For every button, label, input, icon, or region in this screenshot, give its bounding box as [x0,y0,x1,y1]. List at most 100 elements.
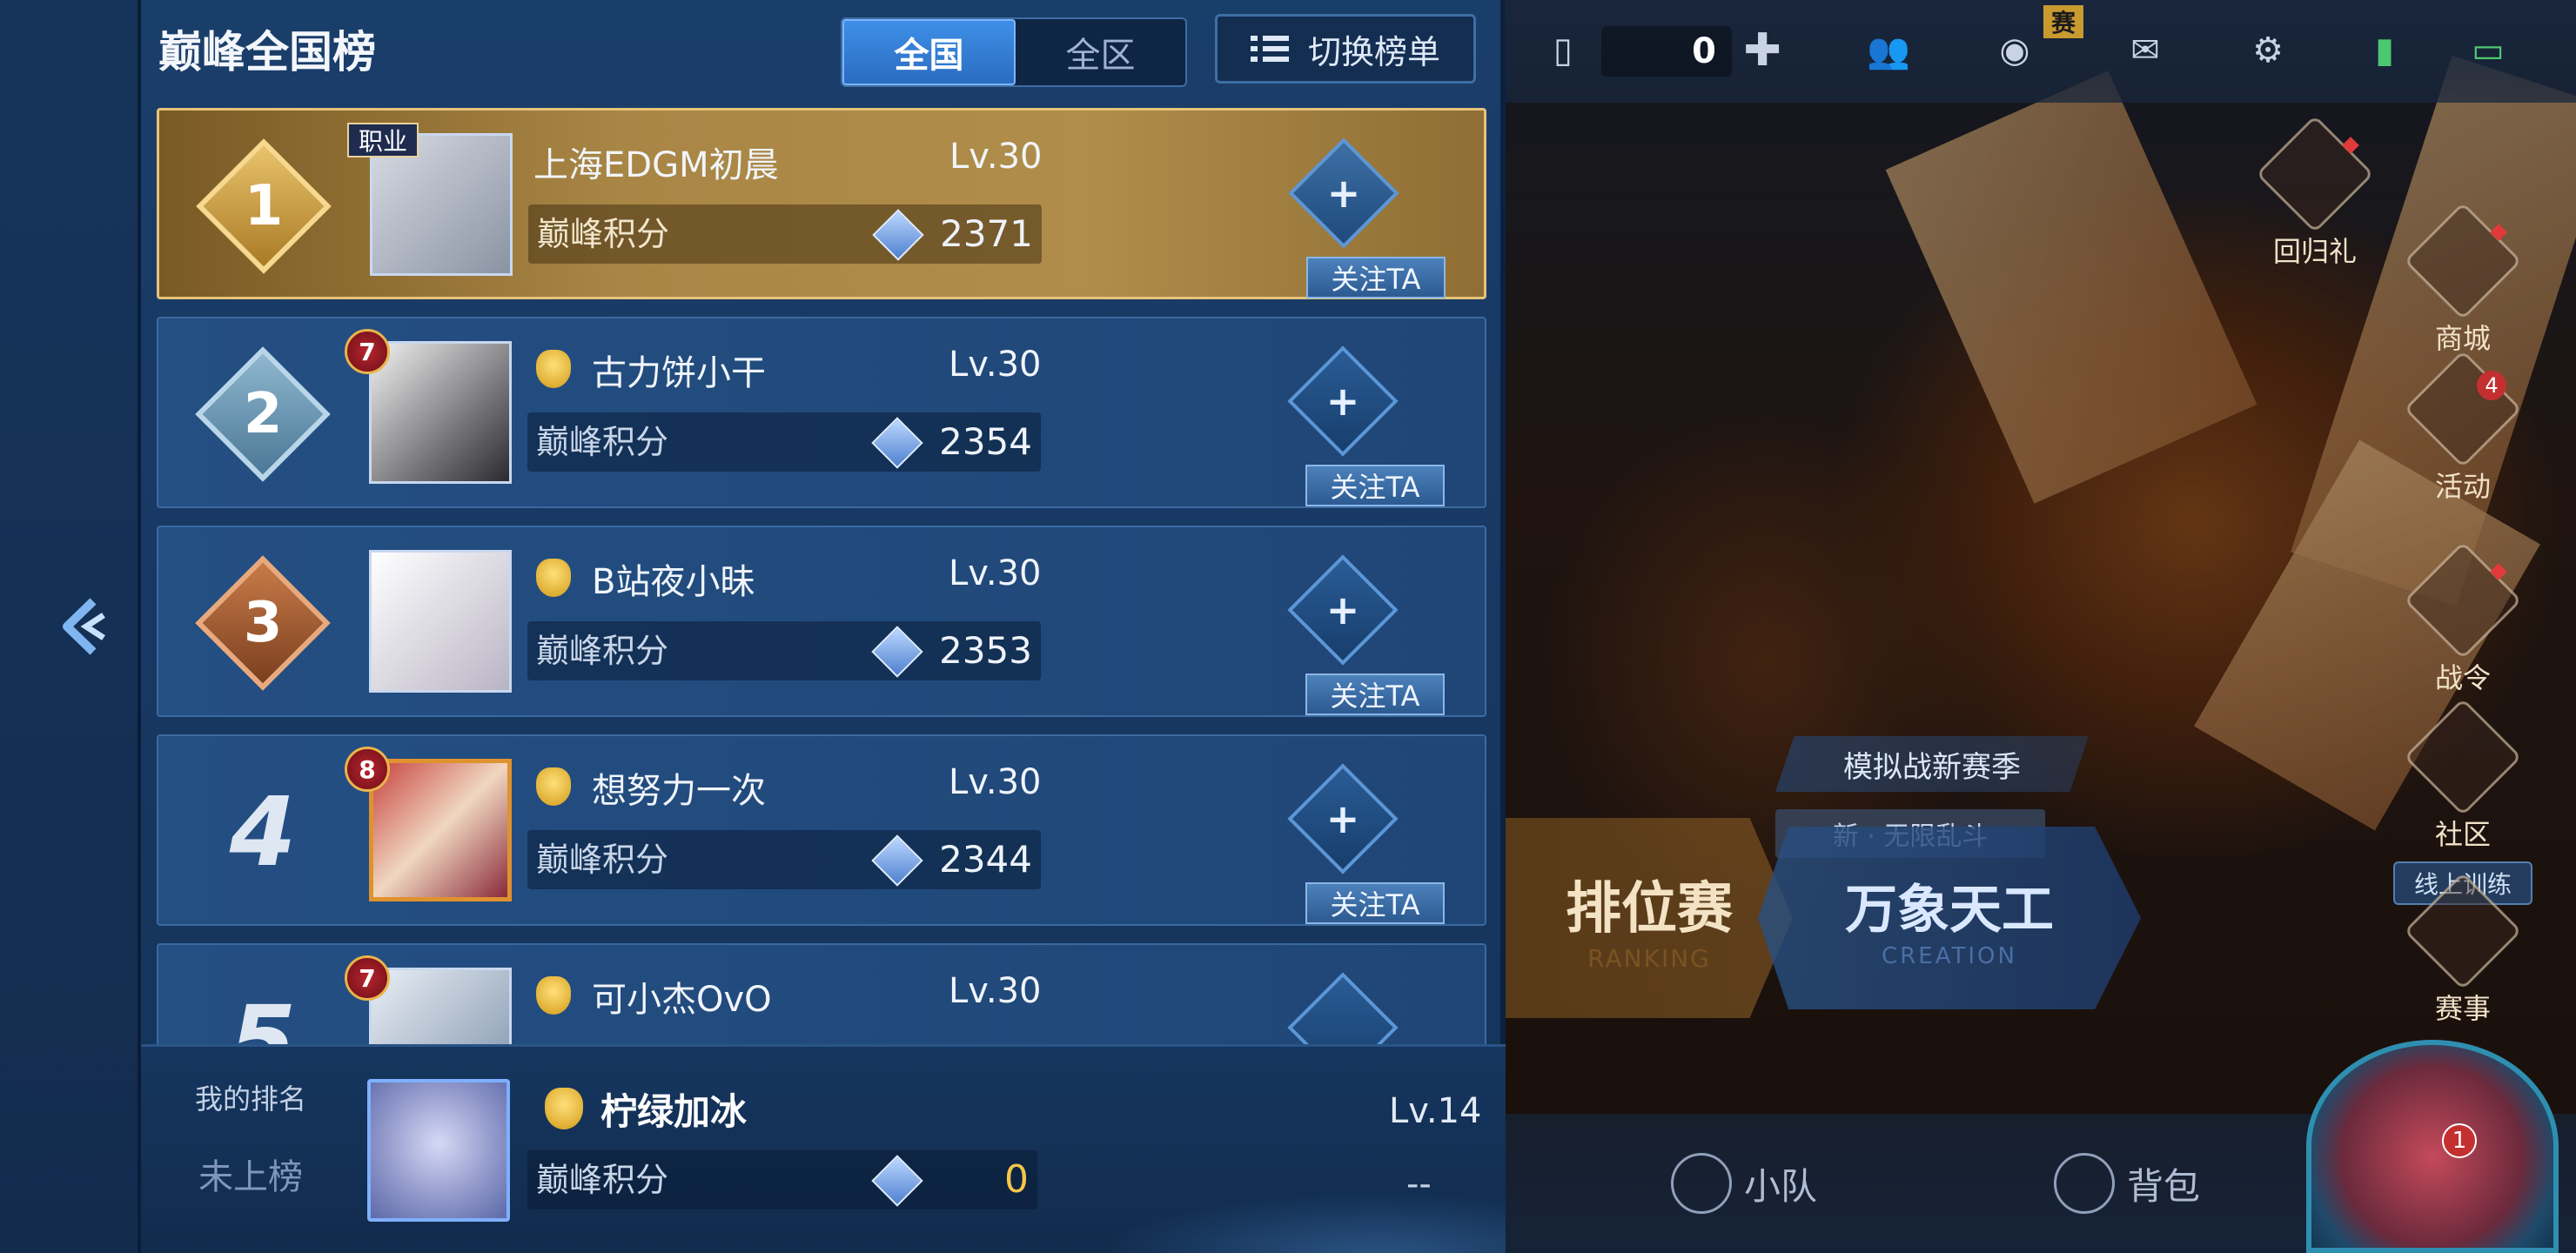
player-name: 想努力一次 [592,771,766,811]
rank-row[interactable]: 4 8 想努力一次 Lv.30 巅峰积分 2344 + 关注TA [157,734,1486,926]
peak-score-icon [871,626,923,678]
score-value: 2371 [940,212,1033,255]
card-icon[interactable]: ▯ [1537,19,1589,82]
score-box: 巅峰积分 2344 [527,830,1041,889]
switch-leaderboard-button[interactable]: 切换榜单 [1215,14,1476,84]
switch-leaderboard-label: 切换榜单 [1307,32,1440,71]
friends-icon[interactable]: 👥 [1854,19,1923,82]
rank-row[interactable]: 2 7 古力饼小干 Lv.30 巅峰积分 2354 + 关注TA [157,317,1486,508]
creation-mode-title: 万象天工 [1845,879,2054,941]
battery-icon: ▭ [2472,30,2505,70]
level-badge: 7 [345,955,390,1001]
level-badge: 8 [345,747,390,792]
wave-decoration [1081,1151,1506,1253]
avatar[interactable] [369,759,512,901]
side-button-events[interactable]: 活动 4 [2402,350,2524,505]
player-level: Lv.30 [949,137,1043,177]
rank-number-plain: 4 [193,762,332,901]
side-button-label: 战令 [2434,661,2491,694]
scope-tabs: 全国 全区 [841,17,1187,87]
score-value: 2353 [939,629,1032,672]
shop-icon [2404,202,2522,320]
tab-national[interactable]: 全国 [842,19,1016,85]
avatar-badge: 1 [2442,1123,2477,1158]
add-currency-icon[interactable]: ✚ [1732,19,1793,82]
player-name: 可小杰OvO [592,980,772,1020]
player-avatar-portal[interactable]: 1 [2306,1040,2559,1253]
crown-icon [536,350,571,388]
back-button[interactable] [52,592,113,661]
score-label: 巅峰积分 [536,841,669,879]
follow-button[interactable]: 关注TA [1305,882,1445,924]
battle-pass-icon [2404,541,2522,660]
my-score-value: 0 [1004,1157,1029,1202]
follow-button[interactable]: 关注TA [1306,257,1446,298]
team-button[interactable]: 小队 [1671,1149,1817,1218]
rank-row[interactable]: 1 职业 上海EDGM初晨 Lv.30 巅峰积分 2371 + 关注TA [157,108,1486,299]
side-button-shop[interactable]: 商城 [2402,202,2524,357]
gift-icon [2256,115,2374,233]
side-button-community[interactable]: 社区 [2402,698,2524,853]
events-badge: 4 [2477,371,2506,400]
creation-mode-subtitle: CREATION [1882,942,2017,969]
add-friend-icon[interactable]: + [1317,166,1371,220]
backpack-button[interactable]: 背包 [2054,1149,2200,1218]
rank-number: 4 [229,776,297,888]
follow-button[interactable]: 关注TA [1305,673,1445,715]
peak-score-icon [871,1155,923,1207]
avatar[interactable] [369,550,512,693]
rank-number: 3 [243,591,283,655]
team-label: 小队 [1744,1164,1818,1208]
crown-icon [536,767,571,806]
rank-row[interactable]: 5 7 可小杰OvO Lv.30 [157,943,1486,1044]
player-level: Lv.30 [949,971,1042,1011]
my-rank-value: -- [1406,1164,1432,1204]
events-icon [2404,350,2522,468]
ranking-mode-subtitle: RANKING [1587,943,1711,973]
tab-region[interactable]: 全区 [1016,19,1185,85]
event-badge: 赛 [2043,5,2083,38]
side-button-label: 赛事 [2434,992,2491,1025]
creation-mode-button[interactable]: 万象天工 CREATION [1758,827,2141,1009]
rank-list[interactable]: 1 职业 上海EDGM初晨 Lv.30 巅峰积分 2371 + 关注TA 2 7… [157,108,1486,1044]
rank-number-plain: 5 [193,971,332,1044]
rank-medal-gold: 1 [194,137,333,276]
trophy-icon [2404,872,2522,990]
side-button-battle-pass[interactable]: 战令 [2402,541,2524,696]
rank-number: 5 [229,985,297,1044]
add-friend-icon[interactable]: + [1316,374,1370,428]
follow-button[interactable]: 关注TA [1305,465,1445,506]
player-level: Lv.30 [949,553,1042,593]
player-name: 古力饼小干 [592,353,766,393]
backpack-icon [2054,1153,2115,1214]
signal-icon: ▮ [2374,30,2394,70]
season-tag[interactable]: 模拟战新赛季 [1775,736,2089,792]
follow-icon-frame[interactable] [1287,972,1399,1044]
spectate-icon[interactable]: ◉ [1976,19,2054,82]
score-box: 巅峰积分 2353 [527,621,1041,680]
settings-icon[interactable]: ⚙ [2233,19,2303,82]
my-rank-status: 未上榜 [198,1157,303,1197]
list-icon [1250,34,1289,64]
add-friend-icon[interactable]: + [1316,792,1370,846]
side-button-return-gift[interactable]: 回归礼 [2254,115,2376,270]
peak-score-icon [871,417,923,469]
rank-row[interactable]: 3 B站夜小昧 Lv.30 巅峰积分 2353 + 关注TA [157,526,1486,717]
rank-medal-bronze: 3 [193,553,332,693]
avatar[interactable] [369,341,512,484]
peak-score-icon [871,834,923,887]
avatar[interactable] [369,968,512,1044]
side-button-tournament[interactable]: 赛事 [2402,872,2524,1027]
add-friend-icon[interactable]: + [1316,583,1370,637]
score-value: 2354 [939,420,1032,463]
player-level: Lv.30 [949,762,1042,802]
my-rank-label: 我的排名 [195,1082,307,1116]
back-arrow-icon [63,598,105,655]
my-avatar[interactable] [367,1079,510,1222]
pro-player-tag: 职业 [347,123,419,157]
backpack-label: 背包 [2127,1164,2201,1208]
mail-icon[interactable]: ✉ [2106,19,2184,82]
my-player-name: 柠绿加冰 [600,1090,748,1133]
score-value: 2344 [939,838,1032,881]
ranking-mode-button[interactable]: 排位赛 RANKING [1506,818,1793,1018]
